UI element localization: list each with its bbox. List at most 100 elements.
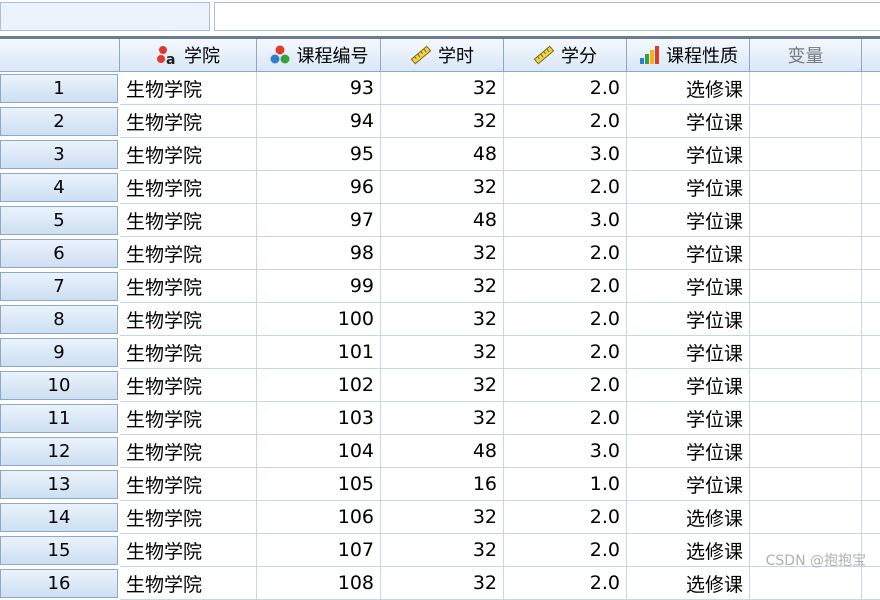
- row-header[interactable]: 1: [0, 74, 118, 103]
- table-cell[interactable]: 生物学院: [120, 237, 257, 270]
- row-header[interactable]: 7: [0, 272, 118, 301]
- table-cell[interactable]: [750, 402, 862, 435]
- table-cell[interactable]: [750, 105, 862, 138]
- table-cell[interactable]: 2.0: [504, 270, 627, 303]
- table-cell[interactable]: 32: [381, 501, 504, 534]
- table-cell[interactable]: 3.0: [504, 435, 627, 468]
- table-cell[interactable]: 32: [381, 270, 504, 303]
- row-header[interactable]: 4: [0, 173, 118, 202]
- table-cell[interactable]: 生物学院: [120, 501, 257, 534]
- table-cell[interactable]: 32: [381, 567, 504, 600]
- row-header[interactable]: 5: [0, 206, 118, 235]
- table-cell[interactable]: 学位课: [627, 204, 750, 237]
- column-header-4[interactable]: 学分: [504, 39, 627, 72]
- table-cell[interactable]: [862, 72, 880, 105]
- table-cell[interactable]: [862, 270, 880, 303]
- row-header[interactable]: 2: [0, 107, 118, 136]
- table-cell[interactable]: 生物学院: [120, 336, 257, 369]
- table-cell[interactable]: 32: [381, 237, 504, 270]
- table-cell[interactable]: 102: [257, 369, 381, 402]
- table-cell[interactable]: 选修课: [627, 501, 750, 534]
- table-cell[interactable]: 选修课: [627, 534, 750, 567]
- table-cell[interactable]: [862, 468, 880, 501]
- table-cell[interactable]: [750, 270, 862, 303]
- row-header[interactable]: 3: [0, 140, 118, 169]
- table-cell[interactable]: 生物学院: [120, 171, 257, 204]
- row-header[interactable]: 11: [0, 404, 118, 433]
- table-cell[interactable]: [862, 138, 880, 171]
- table-cell[interactable]: 93: [257, 72, 381, 105]
- table-cell[interactable]: 2.0: [504, 336, 627, 369]
- table-cell[interactable]: 生物学院: [120, 204, 257, 237]
- table-cell[interactable]: 106: [257, 501, 381, 534]
- table-cell[interactable]: 学位课: [627, 270, 750, 303]
- row-header[interactable]: 15: [0, 536, 118, 565]
- table-cell[interactable]: [750, 468, 862, 501]
- table-cell[interactable]: [862, 567, 880, 600]
- table-cell[interactable]: 学位课: [627, 303, 750, 336]
- table-cell[interactable]: 94: [257, 105, 381, 138]
- table-cell[interactable]: [750, 336, 862, 369]
- column-header-6[interactable]: 变量: [750, 39, 862, 72]
- table-cell[interactable]: 学位课: [627, 336, 750, 369]
- table-cell[interactable]: 学位课: [627, 468, 750, 501]
- table-cell[interactable]: [750, 171, 862, 204]
- row-header[interactable]: 16: [0, 569, 118, 598]
- table-cell[interactable]: 100: [257, 303, 381, 336]
- table-cell[interactable]: 学位课: [627, 138, 750, 171]
- table-cell[interactable]: 生物学院: [120, 567, 257, 600]
- table-cell[interactable]: 学位课: [627, 369, 750, 402]
- table-cell[interactable]: 生物学院: [120, 303, 257, 336]
- table-cell[interactable]: 48: [381, 138, 504, 171]
- table-cell[interactable]: 32: [381, 402, 504, 435]
- row-header[interactable]: 10: [0, 371, 118, 400]
- row-header[interactable]: 8: [0, 305, 118, 334]
- table-cell[interactable]: 98: [257, 237, 381, 270]
- table-cell[interactable]: [750, 237, 862, 270]
- row-header[interactable]: 12: [0, 437, 118, 466]
- table-cell[interactable]: [862, 501, 880, 534]
- table-cell[interactable]: 学位课: [627, 105, 750, 138]
- table-cell[interactable]: 2.0: [504, 567, 627, 600]
- table-cell[interactable]: 生物学院: [120, 105, 257, 138]
- table-cell[interactable]: 101: [257, 336, 381, 369]
- table-cell[interactable]: 生物学院: [120, 435, 257, 468]
- table-cell[interactable]: [750, 204, 862, 237]
- table-cell[interactable]: 48: [381, 435, 504, 468]
- table-cell[interactable]: [750, 72, 862, 105]
- table-cell[interactable]: 生物学院: [120, 534, 257, 567]
- table-cell[interactable]: 107: [257, 534, 381, 567]
- table-cell[interactable]: 学位课: [627, 435, 750, 468]
- table-cell[interactable]: [862, 369, 880, 402]
- table-cell[interactable]: 2.0: [504, 501, 627, 534]
- table-cell[interactable]: [750, 138, 862, 171]
- table-cell[interactable]: 32: [381, 171, 504, 204]
- corner-header[interactable]: [0, 39, 120, 72]
- table-cell[interactable]: 32: [381, 534, 504, 567]
- table-cell[interactable]: 3.0: [504, 138, 627, 171]
- table-cell[interactable]: 生物学院: [120, 72, 257, 105]
- table-cell[interactable]: 生物学院: [120, 402, 257, 435]
- table-cell[interactable]: 32: [381, 105, 504, 138]
- table-cell[interactable]: [750, 567, 862, 600]
- table-cell[interactable]: [750, 369, 862, 402]
- table-cell[interactable]: [862, 303, 880, 336]
- table-cell[interactable]: 48: [381, 204, 504, 237]
- table-cell[interactable]: [750, 501, 862, 534]
- table-cell[interactable]: 2.0: [504, 237, 627, 270]
- table-cell[interactable]: [862, 435, 880, 468]
- table-cell[interactable]: 96: [257, 171, 381, 204]
- table-cell[interactable]: 103: [257, 402, 381, 435]
- table-cell[interactable]: 学位课: [627, 402, 750, 435]
- column-header-5[interactable]: 课程性质: [627, 39, 750, 72]
- table-cell[interactable]: 2.0: [504, 72, 627, 105]
- table-cell[interactable]: 104: [257, 435, 381, 468]
- table-cell[interactable]: [862, 105, 880, 138]
- table-cell[interactable]: 95: [257, 138, 381, 171]
- table-cell[interactable]: 选修课: [627, 72, 750, 105]
- row-header[interactable]: 9: [0, 338, 118, 367]
- table-cell[interactable]: [862, 402, 880, 435]
- column-header-1[interactable]: a 学院: [120, 39, 257, 72]
- table-cell[interactable]: 2.0: [504, 369, 627, 402]
- table-cell[interactable]: 生物学院: [120, 138, 257, 171]
